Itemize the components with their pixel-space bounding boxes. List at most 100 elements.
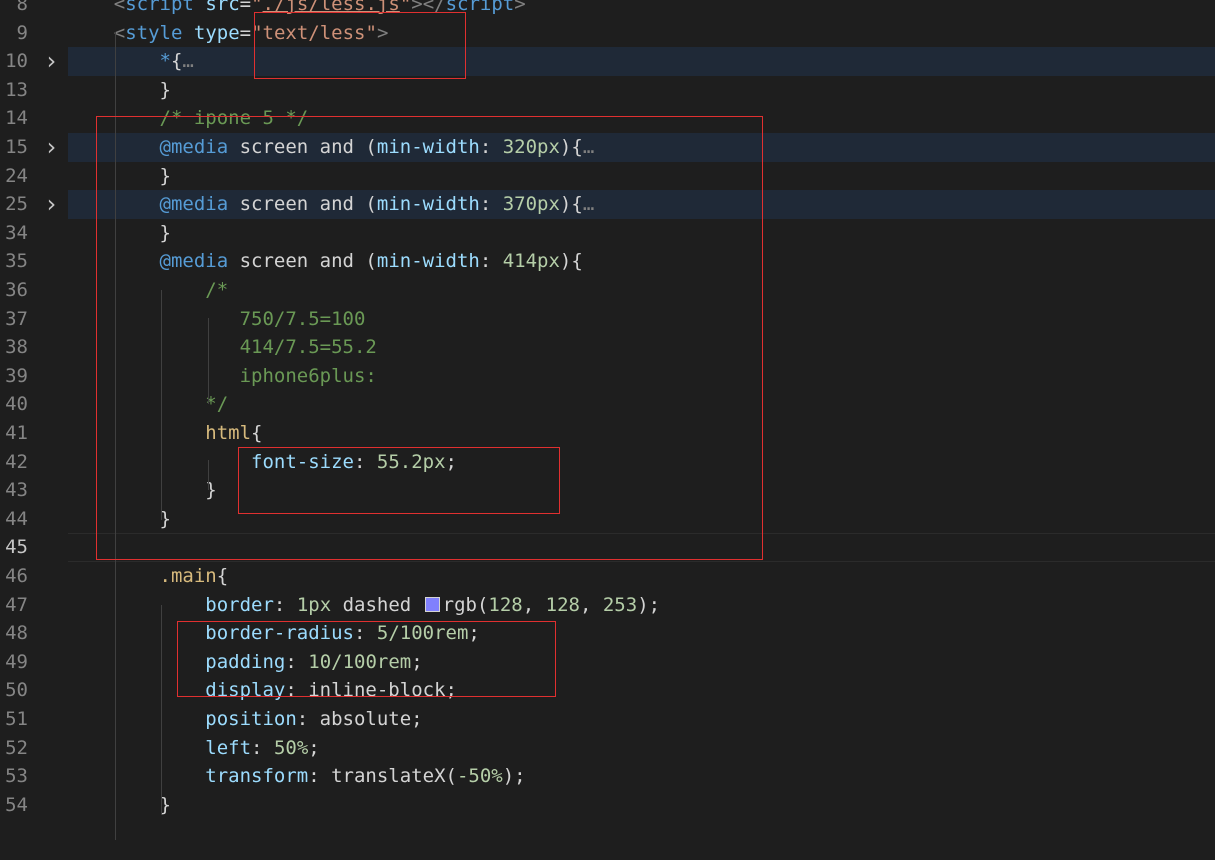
code-text: */ xyxy=(68,390,228,419)
code-line[interactable]: 10 › *{… xyxy=(0,47,1215,76)
line-number: 46 xyxy=(5,565,28,587)
code-token: src xyxy=(205,0,240,15)
code-line[interactable]: 15 › @media screen and (min-width: 320px)… xyxy=(0,133,1215,162)
gutter: 10 › xyxy=(0,47,68,76)
gutter: 8 xyxy=(0,0,68,19)
code-token: style xyxy=(125,21,183,44)
code-token: : xyxy=(479,136,503,158)
code-line[interactable]: 36 /* xyxy=(0,276,1215,305)
code-token: : xyxy=(273,593,297,616)
code-token: : absolute; xyxy=(296,708,423,730)
code-line[interactable]: 49 padding: 10/100rem; xyxy=(0,648,1215,677)
code-line[interactable]: 38 414/7.5=55.2 xyxy=(0,333,1215,362)
code-token: : xyxy=(479,250,503,273)
code-line[interactable]: 34 } xyxy=(0,219,1215,248)
gutter: 41 xyxy=(0,419,68,448)
line-number: 39 xyxy=(5,364,28,387)
gutter: 44 xyxy=(0,505,68,534)
line-number: 37 xyxy=(5,307,28,330)
code-line[interactable]: 24 } xyxy=(0,162,1215,191)
code-token: border xyxy=(205,593,274,616)
code-token: /* ipone 5 */ xyxy=(159,107,309,130)
code-text: @media screen and (min-width: 370px){… xyxy=(68,190,595,219)
code-line[interactable]: 35 @media screen and (min-width: 414px){ xyxy=(0,247,1215,276)
chevron-right-icon[interactable]: › xyxy=(44,133,58,162)
gutter: 45 xyxy=(0,533,68,562)
code-text: } xyxy=(68,505,171,534)
code-token: screen and ( xyxy=(228,136,377,158)
code-token: iphone6plus: xyxy=(239,364,377,387)
line-number: 44 xyxy=(5,507,28,530)
indent-guide xyxy=(161,290,162,520)
code-token: = xyxy=(239,21,252,44)
code-line[interactable]: 13 } xyxy=(0,76,1215,105)
code-text: transform: translateX(-50%); xyxy=(68,762,525,791)
line-number: 36 xyxy=(5,279,28,301)
code-line[interactable]: 46 .main{ xyxy=(0,562,1215,591)
code-token: , xyxy=(579,593,603,616)
gutter: 48 xyxy=(0,619,68,648)
code-line[interactable]: 14 /* ipone 5 */ xyxy=(0,104,1215,133)
code-line[interactable]: 42 font-size: 55.2px; xyxy=(0,448,1215,477)
code-line[interactable]: 41 html{ xyxy=(0,419,1215,448)
code-line[interactable]: 51 position: absolute; xyxy=(0,705,1215,734)
color-swatch-icon[interactable] xyxy=(424,596,440,612)
code-line[interactable]: 40 */ xyxy=(0,390,1215,419)
code-line[interactable]: 37 750/7.5=100 xyxy=(0,305,1215,334)
code-line[interactable]: 48 border-radius: 5/100rem; xyxy=(0,619,1215,648)
code-line[interactable]: 54 } xyxy=(0,791,1215,820)
code-token: display xyxy=(205,679,286,702)
code-token: min-width xyxy=(376,250,480,273)
code-line[interactable]: 53 transform: translateX(-50%); xyxy=(0,762,1215,791)
line-number: 43 xyxy=(5,479,28,502)
code-token: "text/less" xyxy=(251,21,377,44)
code-token: 750/7.5=100 xyxy=(239,307,366,330)
code-line[interactable]: 50 display: inline-block; xyxy=(0,676,1215,705)
line-number: 34 xyxy=(5,221,28,244)
code-line[interactable]: 8 <script src="./js/less.js"></script> xyxy=(0,0,1215,19)
code-line[interactable]: 45 xyxy=(0,533,1215,562)
code-token: @media xyxy=(159,136,229,158)
code-token: type xyxy=(193,21,240,44)
code-editor[interactable]: 8 <script src="./js/less.js"></script> 9 … xyxy=(0,0,1215,860)
code-text: /* ipone 5 */ xyxy=(68,104,309,133)
code-token: 50% xyxy=(273,736,309,759)
code-token: ; xyxy=(468,622,480,645)
code-token: ){ xyxy=(559,136,583,158)
chevron-right-icon[interactable]: › xyxy=(44,47,58,76)
line-number: 40 xyxy=(5,393,28,416)
line-number: 51 xyxy=(5,708,28,730)
code-token: script xyxy=(125,0,194,15)
line-number: 52 xyxy=(5,736,28,759)
code-text: font-size: 55.2px; xyxy=(68,448,457,477)
code-line[interactable]: 52 left: 50%; xyxy=(0,734,1215,763)
code-line[interactable]: 43 } xyxy=(0,476,1215,505)
code-line[interactable]: 25 › @media screen and (min-width: 370px)… xyxy=(0,190,1215,219)
code-text: padding: 10/100rem; xyxy=(68,648,422,677)
code-token: : inline-block; xyxy=(285,679,457,702)
line-number: 24 xyxy=(5,164,28,187)
code-line[interactable]: 44 } xyxy=(0,505,1215,534)
code-text: <style type="text/less"> xyxy=(68,19,389,48)
code-token: /* xyxy=(205,279,229,301)
code-line[interactable]: 9 <style type="text/less"> xyxy=(0,19,1215,48)
chevron-right-icon[interactable]: › xyxy=(44,190,58,219)
code-token: left xyxy=(205,736,252,759)
code-line[interactable]: 47 border: 1px dashed rgb(128, 128, 253)… xyxy=(0,591,1215,620)
code-line[interactable]: 39 iphone6plus: xyxy=(0,362,1215,391)
line-number: 49 xyxy=(5,650,28,673)
code-token: 1px xyxy=(296,593,332,616)
code-token: transform xyxy=(205,765,309,788)
